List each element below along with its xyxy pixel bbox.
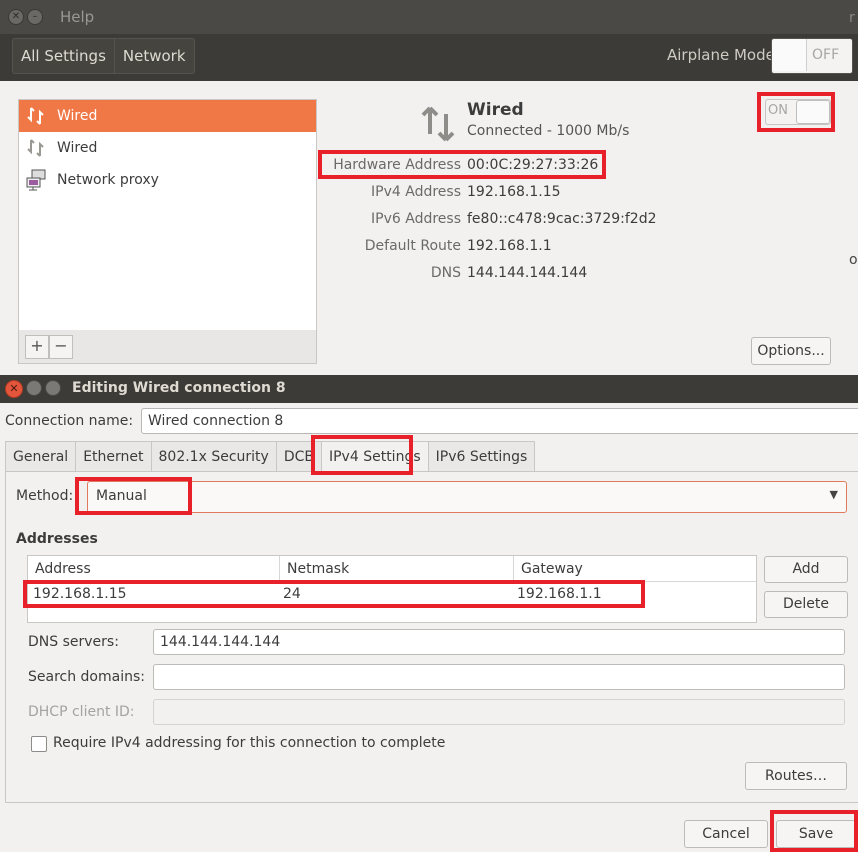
switch-knob	[772, 39, 807, 71]
tab-ipv6-settings[interactable]: IPv6 Settings	[427, 441, 536, 472]
connection-item-network-proxy[interactable]: Network proxy	[19, 164, 316, 196]
switch-state-label: ON	[768, 103, 788, 118]
network-wired-icon	[25, 137, 47, 159]
airplane-mode-label: Airplane Mode	[667, 46, 775, 64]
addresses-heading: Addresses	[16, 531, 98, 547]
breadcrumb-all-settings[interactable]: All Settings	[13, 39, 114, 73]
add-connection-button[interactable]: +	[25, 335, 49, 359]
column-header-address[interactable]: Address	[28, 556, 279, 582]
network-wired-icon	[25, 105, 47, 127]
network-proxy-icon	[25, 169, 47, 191]
save-button[interactable]: Save	[776, 820, 856, 848]
connection-label: Network proxy	[57, 172, 159, 188]
tab-ipv4-settings[interactable]: IPv4 Settings	[320, 441, 429, 472]
settings-tabs: General Ethernet 802.1x Security DCB IPv…	[5, 441, 536, 472]
delete-address-button[interactable]: Delete	[764, 591, 848, 618]
dns-servers-label: DNS servers:	[28, 634, 119, 650]
gateway-cell[interactable]: 192.168.1.1	[517, 586, 602, 602]
chevron-down-icon: ▼	[829, 488, 838, 501]
connection-item-wired-2[interactable]: Wired	[19, 132, 316, 164]
add-address-button[interactable]: Add	[764, 556, 848, 583]
dns-label: DNS	[430, 265, 461, 281]
wired-power-switch[interactable]: ON	[765, 99, 831, 125]
minimize-dialog-icon[interactable]	[26, 380, 42, 396]
partial-window-text: r	[849, 10, 855, 26]
cancel-button[interactable]: Cancel	[684, 820, 768, 848]
dns-servers-input[interactable]: 144.144.144.144	[153, 629, 845, 655]
dialog-title: Editing Wired connection 8	[72, 380, 286, 396]
tab-ethernet[interactable]: Ethernet	[75, 441, 152, 472]
address-cell[interactable]: 192.168.1.15	[33, 586, 127, 602]
remove-connection-button[interactable]: −	[49, 335, 73, 359]
require-ipv4-checkbox[interactable]	[31, 736, 47, 752]
partial-window-text: ou	[849, 252, 858, 268]
minimize-window-icon[interactable]: –	[27, 9, 43, 25]
connection-list: Wired Wired Network proxy	[18, 99, 317, 331]
tab-8021x-security[interactable]: 802.1x Security	[150, 441, 277, 472]
routes-button[interactable]: Routes…	[745, 762, 847, 790]
dns-value: 144.144.144.144	[467, 265, 588, 281]
hardware-address-value: 00:0C:29:27:33:26	[467, 157, 599, 173]
ipv6-address-label: IPv6 Address	[371, 211, 461, 227]
method-label: Method:	[16, 488, 74, 504]
method-selected-value: Manual	[96, 488, 147, 504]
maximize-dialog-icon[interactable]	[45, 380, 61, 396]
ipv6-address-value: fe80::c478:9cac:3729:f2d2	[467, 211, 657, 227]
connection-item-wired-1[interactable]: Wired	[19, 100, 316, 132]
ipv4-address-value: 192.168.1.15	[467, 184, 561, 200]
connection-label: Wired	[57, 108, 98, 124]
default-route-label: Default Route	[364, 238, 461, 254]
tab-dcb[interactable]: DCB	[275, 441, 322, 472]
connection-name-input[interactable]	[141, 408, 858, 434]
window-title: Help	[60, 8, 95, 26]
connection-title: Wired	[467, 100, 524, 120]
addresses-table: Address Netmask Gateway 192.168.1.15 24 …	[27, 555, 757, 623]
options-button[interactable]: Options...	[751, 337, 831, 365]
close-dialog-icon[interactable]: ✕	[5, 380, 23, 398]
breadcrumb-network[interactable]: Network	[113, 39, 194, 73]
hardware-address-label: Hardware Address	[333, 157, 461, 173]
close-window-icon[interactable]: ✕	[8, 9, 24, 25]
search-domains-label: Search domains:	[28, 669, 145, 685]
switch-knob	[796, 100, 830, 124]
airplane-mode-switch[interactable]: OFF	[771, 38, 853, 74]
require-ipv4-label[interactable]: Require IPv4 addressing for this connect…	[53, 735, 445, 751]
connection-list-toolbar: + −	[18, 330, 317, 364]
ipv4-address-label: IPv4 Address	[371, 184, 461, 200]
netmask-cell[interactable]: 24	[283, 586, 301, 602]
connection-name-label: Connection name:	[5, 413, 134, 429]
dhcp-client-id-label: DHCP client ID:	[28, 704, 135, 720]
breadcrumb: All Settings Network	[12, 38, 195, 74]
search-domains-input[interactable]	[153, 664, 845, 690]
settings-titlebar: ✕ –	[0, 0, 858, 34]
airplane-mode-state: OFF	[812, 47, 840, 63]
connection-status: Connected - 1000 Mb/s	[467, 123, 630, 139]
dhcp-client-id-input	[153, 699, 845, 725]
tab-general[interactable]: General	[5, 441, 77, 472]
column-header-netmask[interactable]: Netmask	[279, 556, 513, 582]
network-wired-icon	[418, 104, 458, 144]
default-route-value: 192.168.1.1	[467, 238, 552, 254]
method-select[interactable]: Manual ▼	[87, 481, 847, 513]
column-header-gateway[interactable]: Gateway	[513, 556, 756, 582]
connection-label: Wired	[57, 140, 98, 156]
